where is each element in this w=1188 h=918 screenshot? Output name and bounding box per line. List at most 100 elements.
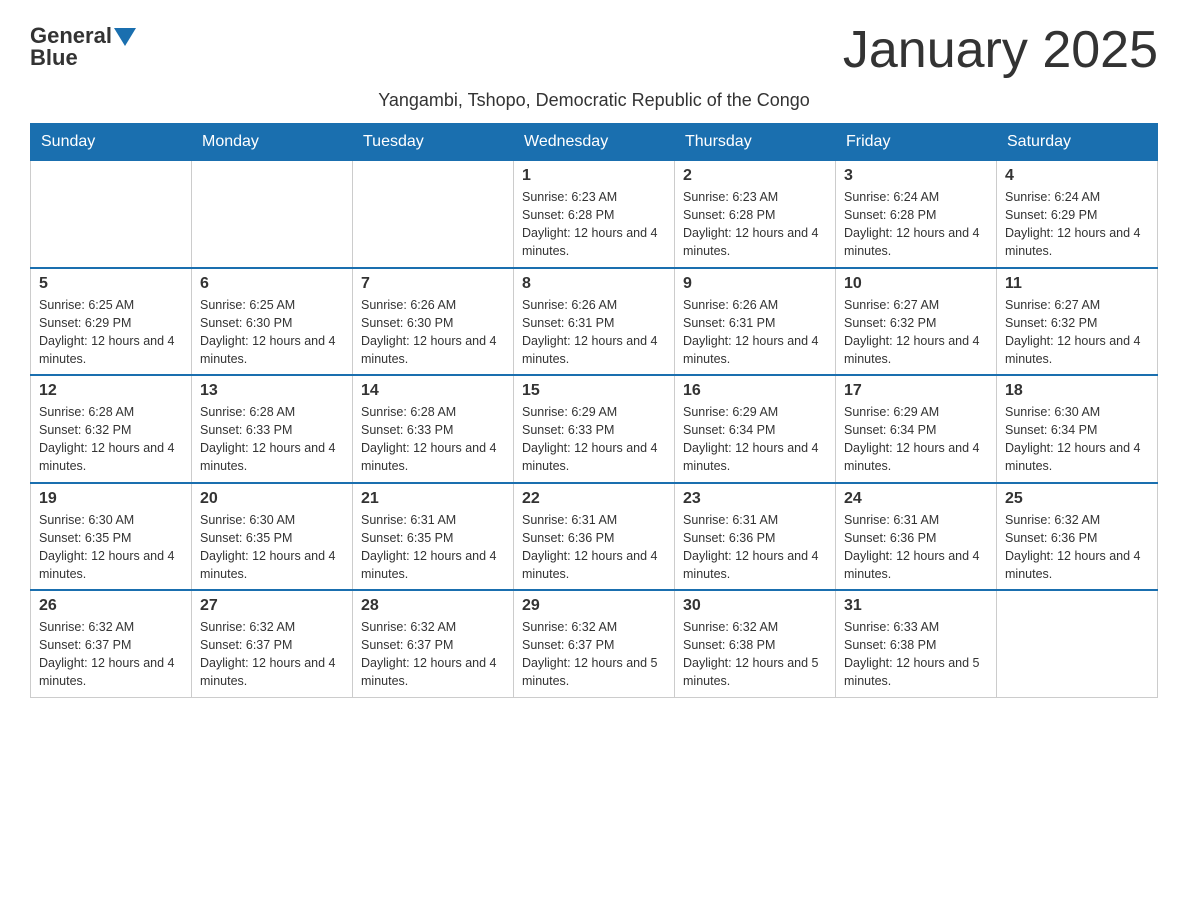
table-row: 22 Sunrise: 6:31 AMSunset: 6:36 PMDayligh…: [514, 483, 675, 591]
table-row: 8 Sunrise: 6:26 AMSunset: 6:31 PMDaylight…: [514, 268, 675, 376]
table-row: 28 Sunrise: 6:32 AMSunset: 6:37 PMDayligh…: [353, 590, 514, 697]
day-number: 12: [39, 382, 183, 400]
table-row: [192, 160, 353, 268]
day-number: 26: [39, 597, 183, 615]
day-number: 20: [200, 490, 344, 508]
day-info: Sunrise: 6:32 AMSunset: 6:37 PMDaylight:…: [39, 618, 183, 691]
table-row: 26 Sunrise: 6:32 AMSunset: 6:37 PMDayligh…: [31, 590, 192, 697]
day-number: 18: [1005, 382, 1149, 400]
day-info: Sunrise: 6:26 AMSunset: 6:31 PMDaylight:…: [522, 296, 666, 369]
page-header: General Blue January 2025: [30, 20, 1158, 80]
table-row: [997, 590, 1158, 697]
day-info: Sunrise: 6:25 AMSunset: 6:30 PMDaylight:…: [200, 296, 344, 369]
day-number: 31: [844, 597, 988, 615]
day-number: 6: [200, 275, 344, 293]
calendar-table: Sunday Monday Tuesday Wednesday Thursday…: [30, 123, 1158, 698]
day-info: Sunrise: 6:31 AMSunset: 6:36 PMDaylight:…: [683, 511, 827, 584]
table-row: 16 Sunrise: 6:29 AMSunset: 6:34 PMDayligh…: [675, 375, 836, 483]
table-row: 5Sunrise: 6:25 AMSunset: 6:29 PMDaylight…: [31, 268, 192, 376]
table-row: 11 Sunrise: 6:27 AMSunset: 6:32 PMDayligh…: [997, 268, 1158, 376]
table-row: [31, 160, 192, 268]
day-info: Sunrise: 6:23 AMSunset: 6:28 PMDaylight:…: [683, 188, 827, 261]
day-info: Sunrise: 6:26 AMSunset: 6:31 PMDaylight:…: [683, 296, 827, 369]
table-row: 23Sunrise: 6:31 AMSunset: 6:36 PMDayligh…: [675, 483, 836, 591]
day-number: 15: [522, 382, 666, 400]
logo: General Blue: [30, 20, 136, 70]
table-row: 10Sunrise: 6:27 AMSunset: 6:32 PMDayligh…: [836, 268, 997, 376]
day-number: 11: [1005, 275, 1149, 293]
table-row: 18 Sunrise: 6:30 AMSunset: 6:34 PMDayligh…: [997, 375, 1158, 483]
table-row: 27Sunrise: 6:32 AMSunset: 6:37 PMDayligh…: [192, 590, 353, 697]
calendar-week-row: 5Sunrise: 6:25 AMSunset: 6:29 PMDaylight…: [31, 268, 1158, 376]
day-info: Sunrise: 6:27 AMSunset: 6:32 PMDaylight:…: [1005, 296, 1149, 369]
day-info: Sunrise: 6:28 AMSunset: 6:33 PMDaylight:…: [361, 403, 505, 476]
day-number: 21: [361, 490, 505, 508]
month-title: January 2025: [843, 20, 1158, 80]
calendar-week-row: 26 Sunrise: 6:32 AMSunset: 6:37 PMDayligh…: [31, 590, 1158, 697]
table-row: 25 Sunrise: 6:32 AMSunset: 6:36 PMDayligh…: [997, 483, 1158, 591]
table-row: [353, 160, 514, 268]
day-info: Sunrise: 6:31 AMSunset: 6:35 PMDaylight:…: [361, 511, 505, 584]
table-row: 12 Sunrise: 6:28 AMSunset: 6:32 PMDayligh…: [31, 375, 192, 483]
day-info: Sunrise: 6:32 AMSunset: 6:37 PMDaylight:…: [361, 618, 505, 691]
table-row: 2 Sunrise: 6:23 AMSunset: 6:28 PMDaylight…: [675, 160, 836, 268]
day-number: 9: [683, 275, 827, 293]
table-row: 21 Sunrise: 6:31 AMSunset: 6:35 PMDayligh…: [353, 483, 514, 591]
day-number: 30: [683, 597, 827, 615]
day-info: Sunrise: 6:29 AMSunset: 6:34 PMDaylight:…: [683, 403, 827, 476]
day-number: 8: [522, 275, 666, 293]
day-number: 24: [844, 490, 988, 508]
calendar-header-row: Sunday Monday Tuesday Wednesday Thursday…: [31, 124, 1158, 160]
day-number: 13: [200, 382, 344, 400]
table-row: 19 Sunrise: 6:30 AMSunset: 6:35 PMDayligh…: [31, 483, 192, 591]
table-row: 24 Sunrise: 6:31 AMSunset: 6:36 PMDayligh…: [836, 483, 997, 591]
day-info: Sunrise: 6:26 AMSunset: 6:30 PMDaylight:…: [361, 296, 505, 369]
day-info: Sunrise: 6:28 AMSunset: 6:32 PMDaylight:…: [39, 403, 183, 476]
day-info: Sunrise: 6:33 AMSunset: 6:38 PMDaylight:…: [844, 618, 988, 691]
day-info: Sunrise: 6:32 AMSunset: 6:37 PMDaylight:…: [522, 618, 666, 691]
table-row: 9 Sunrise: 6:26 AMSunset: 6:31 PMDaylight…: [675, 268, 836, 376]
day-number: 17: [844, 382, 988, 400]
header-saturday: Saturday: [997, 124, 1158, 160]
header-sunday: Sunday: [31, 124, 192, 160]
calendar-week-row: 12 Sunrise: 6:28 AMSunset: 6:32 PMDayligh…: [31, 375, 1158, 483]
day-number: 22: [522, 490, 666, 508]
header-monday: Monday: [192, 124, 353, 160]
day-number: 16: [683, 382, 827, 400]
header-tuesday: Tuesday: [353, 124, 514, 160]
day-number: 25: [1005, 490, 1149, 508]
day-info: Sunrise: 6:29 AMSunset: 6:33 PMDaylight:…: [522, 403, 666, 476]
day-info: Sunrise: 6:25 AMSunset: 6:29 PMDaylight:…: [39, 296, 183, 369]
day-info: Sunrise: 6:31 AMSunset: 6:36 PMDaylight:…: [844, 511, 988, 584]
day-number: 29: [522, 597, 666, 615]
day-info: Sunrise: 6:32 AMSunset: 6:36 PMDaylight:…: [1005, 511, 1149, 584]
day-info: Sunrise: 6:32 AMSunset: 6:38 PMDaylight:…: [683, 618, 827, 691]
day-info: Sunrise: 6:28 AMSunset: 6:33 PMDaylight:…: [200, 403, 344, 476]
day-number: 19: [39, 490, 183, 508]
day-info: Sunrise: 6:30 AMSunset: 6:35 PMDaylight:…: [200, 511, 344, 584]
logo-arrow-icon: [114, 28, 136, 46]
day-number: 1: [522, 167, 666, 185]
day-info: Sunrise: 6:31 AMSunset: 6:36 PMDaylight:…: [522, 511, 666, 584]
logo-blue: Blue: [30, 45, 78, 70]
table-row: 6 Sunrise: 6:25 AMSunset: 6:30 PMDaylight…: [192, 268, 353, 376]
day-number: 28: [361, 597, 505, 615]
table-row: 15 Sunrise: 6:29 AMSunset: 6:33 PMDayligh…: [514, 375, 675, 483]
table-row: 1Sunrise: 6:23 AMSunset: 6:28 PMDaylight…: [514, 160, 675, 268]
day-info: Sunrise: 6:30 AMSunset: 6:35 PMDaylight:…: [39, 511, 183, 584]
table-row: 14Sunrise: 6:28 AMSunset: 6:33 PMDayligh…: [353, 375, 514, 483]
table-row: 31 Sunrise: 6:33 AMSunset: 6:38 PMDayligh…: [836, 590, 997, 697]
table-row: 7Sunrise: 6:26 AMSunset: 6:30 PMDaylight…: [353, 268, 514, 376]
day-number: 2: [683, 167, 827, 185]
table-row: 17Sunrise: 6:29 AMSunset: 6:34 PMDayligh…: [836, 375, 997, 483]
day-info: Sunrise: 6:27 AMSunset: 6:32 PMDaylight:…: [844, 296, 988, 369]
day-number: 4: [1005, 167, 1149, 185]
table-row: 30 Sunrise: 6:32 AMSunset: 6:38 PMDayligh…: [675, 590, 836, 697]
table-row: 29 Sunrise: 6:32 AMSunset: 6:37 PMDayligh…: [514, 590, 675, 697]
calendar-subtitle: Yangambi, Tshopo, Democratic Republic of…: [30, 90, 1158, 111]
table-row: 13 Sunrise: 6:28 AMSunset: 6:33 PMDayligh…: [192, 375, 353, 483]
table-row: 4Sunrise: 6:24 AMSunset: 6:29 PMDaylight…: [997, 160, 1158, 268]
day-info: Sunrise: 6:24 AMSunset: 6:28 PMDaylight:…: [844, 188, 988, 261]
day-info: Sunrise: 6:30 AMSunset: 6:34 PMDaylight:…: [1005, 403, 1149, 476]
day-info: Sunrise: 6:32 AMSunset: 6:37 PMDaylight:…: [200, 618, 344, 691]
